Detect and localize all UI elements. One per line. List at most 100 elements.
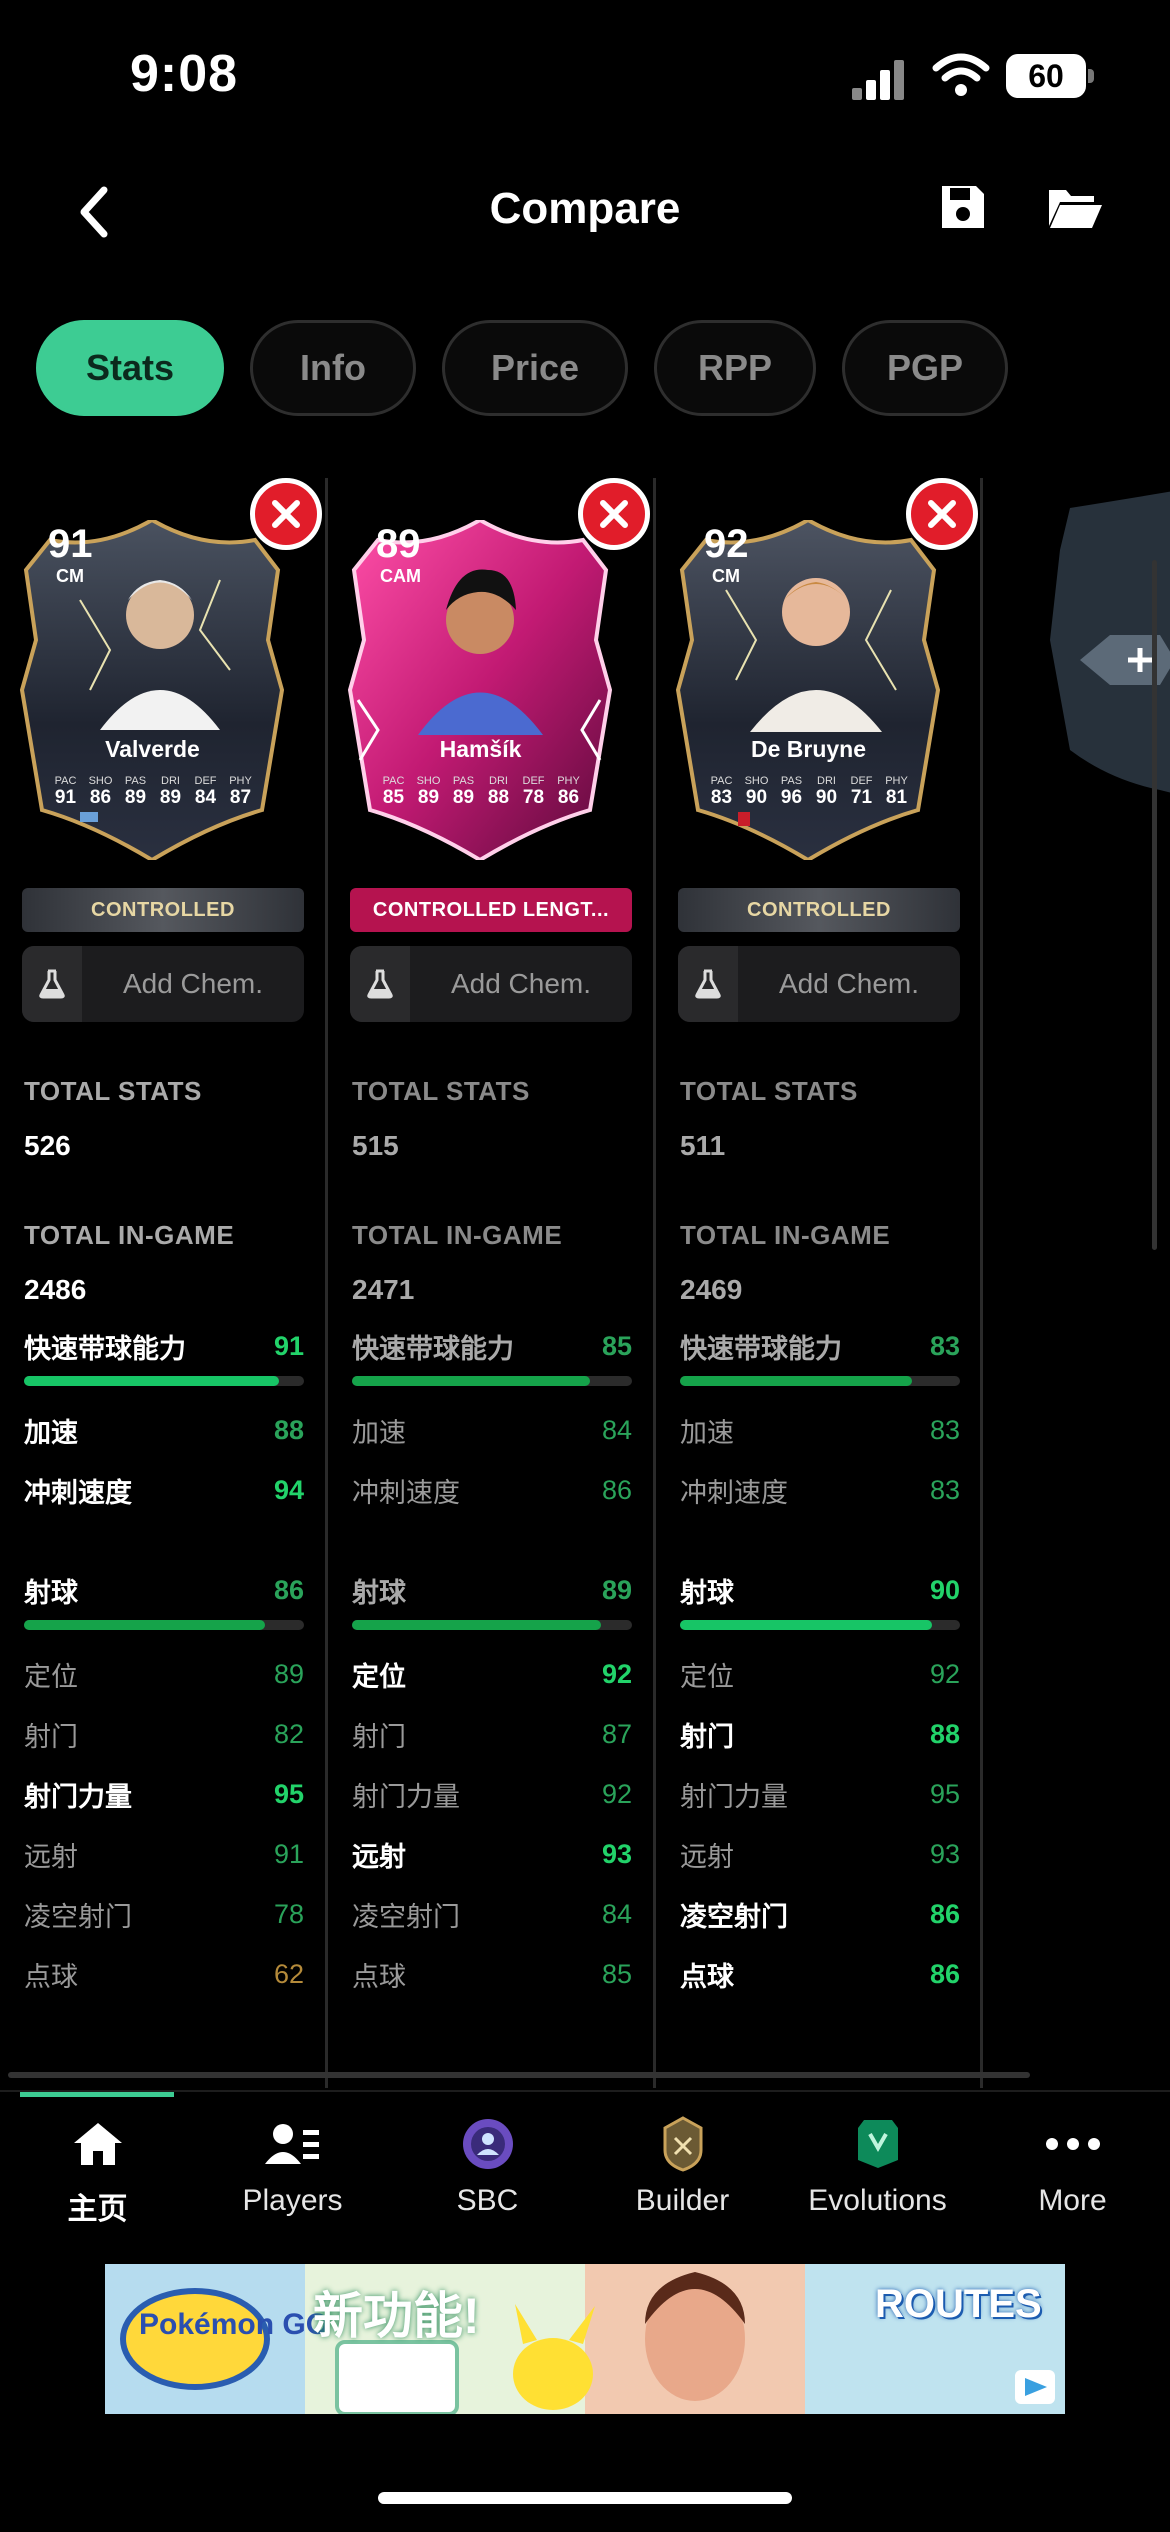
more-icon — [1045, 2138, 1100, 2150]
stat-row-pace: 快速带球能力 91 — [24, 1326, 304, 1366]
page-title: Compare — [489, 184, 681, 233]
stat-row: 冲刺速度 83 — [680, 1470, 960, 1510]
bottom-tab-bar: 主页 Players SBC Builder Evolutions More — [0, 2090, 1170, 2240]
total-stats-value: 515 — [352, 1130, 399, 1161]
card-rating: 92 — [704, 522, 749, 566]
stat-value: 95 — [273, 1778, 304, 1809]
ad-banner[interactable]: Pokémon GO 新功能! ROUTES — [105, 2264, 1065, 2414]
stat-label: 远射 — [680, 1841, 734, 1872]
tab-bar-evolutions[interactable]: Evolutions — [780, 2112, 975, 2218]
home-icon — [73, 2123, 122, 2165]
total-ingame-label: TOTAL IN-GAME — [680, 1220, 891, 1250]
remove-player-button[interactable] — [906, 478, 978, 550]
tab-info[interactable]: Info — [250, 320, 416, 416]
cellular-signal-icon — [852, 58, 908, 100]
stat-value: 83 — [929, 1474, 960, 1505]
stat-value: 86 — [929, 1898, 960, 1929]
total-stats-label: TOTAL STATS — [680, 1076, 858, 1106]
stat-value: 82 — [273, 1718, 304, 1749]
column-divider — [980, 478, 983, 2088]
tab-rpp[interactable]: RPP — [654, 320, 816, 416]
stat-label: 凌空射门 — [352, 1901, 460, 1932]
horizontal-scrollbar[interactable] — [8, 2072, 1030, 2078]
player-card[interactable] — [10, 520, 295, 860]
stat-bar — [352, 1376, 632, 1386]
stat-value: 89 — [601, 1574, 632, 1605]
stat-value: 85 — [601, 1330, 632, 1361]
evolutions-icon — [857, 2120, 898, 2168]
total-ingame-label: TOTAL IN-GAME — [352, 1220, 563, 1250]
wifi-icon — [932, 53, 990, 96]
stat-row: 射门 87 — [352, 1714, 632, 1754]
tab-bar-home[interactable]: 主页 — [0, 2112, 195, 2228]
stat-label: 射门力量 — [352, 1781, 460, 1812]
stat-row: 冲刺速度 86 — [352, 1470, 632, 1510]
stat-label: 冲刺速度 — [680, 1477, 788, 1508]
add-chem-label: Add Chem. — [778, 968, 920, 999]
stat-label: 冲刺速度 — [24, 1477, 132, 1508]
stat-row-pace: 快速带球能力 85 — [352, 1326, 632, 1366]
stat-label: 射门 — [680, 1721, 734, 1752]
vertical-scrollbar[interactable] — [1152, 560, 1157, 1250]
stat-label: 加速 — [24, 1417, 78, 1448]
close-icon — [928, 500, 956, 528]
add-player-slot[interactable] — [1040, 490, 1170, 800]
chem-style-badge: CONTROLLED — [22, 888, 304, 932]
ad-brand: Pokémon GO — [139, 2308, 330, 2341]
stat-value: 84 — [601, 1898, 632, 1929]
stat-value: 94 — [273, 1474, 304, 1505]
stat-label: 射门 — [352, 1721, 406, 1752]
flask-icon — [39, 969, 65, 999]
tab-pgp[interactable]: PGP — [842, 320, 1008, 416]
stat-value: 86 — [273, 1574, 304, 1605]
stat-bar — [352, 1620, 632, 1630]
close-icon — [272, 500, 300, 528]
add-chem-button[interactable]: Add Chem. — [22, 946, 304, 1022]
stat-label: 定位 — [352, 1661, 406, 1692]
stat-row: 射门力量 92 — [352, 1774, 632, 1814]
stat-row: 凌空射门 86 — [680, 1894, 960, 1934]
add-chem-button[interactable]: Add Chem. — [678, 946, 960, 1022]
stat-bar — [24, 1376, 304, 1386]
chem-style-badge: CONTROLLED LENGT... — [350, 888, 632, 932]
remove-player-button[interactable] — [578, 478, 650, 550]
tab-bar-more[interactable]: More — [975, 2112, 1170, 2218]
compare-screen: 9:08 60 Compare Stats Info Price RPP PGP… — [0, 0, 1170, 2532]
save-icon[interactable] — [938, 182, 988, 232]
stat-row-shooting: 射球 86 — [24, 1570, 304, 1610]
stat-bar — [680, 1620, 960, 1630]
remove-player-button[interactable] — [250, 478, 322, 550]
stat-label: 射门 — [24, 1721, 78, 1752]
stat-label: 凌空射门 — [24, 1901, 132, 1932]
flask-icon — [695, 969, 721, 999]
player-column-2: 89 CAM Hamšík PAC 85 SHO 89 PAS 89 DRI 88 DE… — [328, 478, 652, 2088]
stat-label: 射球 — [680, 1577, 734, 1608]
add-chem-button[interactable]: Add Chem. — [350, 946, 632, 1022]
tab-stats[interactable]: Stats — [36, 320, 224, 416]
open-folder-icon[interactable] — [1046, 184, 1104, 232]
tab-bar-label: More — [1038, 2184, 1107, 2217]
tab-bar-players[interactable]: Players — [195, 2112, 390, 2218]
stat-row: 定位 92 — [352, 1654, 632, 1694]
stat-value: 86 — [929, 1958, 960, 1989]
stat-value: 62 — [273, 1958, 304, 1989]
stat-bar — [24, 1620, 304, 1630]
total-ingame-value: 2471 — [352, 1274, 415, 1305]
tab-price[interactable]: Price — [442, 320, 628, 416]
stat-label: 冲刺速度 — [352, 1477, 460, 1508]
tab-bar-builder[interactable]: Builder — [585, 2112, 780, 2218]
stat-row: 射门力量 95 — [24, 1774, 304, 1814]
stat-row: 射门 82 — [24, 1714, 304, 1754]
ad-headline: 新功能! — [313, 2288, 480, 2344]
tab-bar-sbc[interactable]: SBC — [390, 2112, 585, 2218]
tab-bar-label: Builder — [635, 2184, 730, 2217]
total-ingame-value: 2469 — [680, 1274, 743, 1305]
card-position: CM — [56, 566, 84, 586]
tab-bar-label: SBC — [456, 2184, 519, 2217]
stat-label: 射球 — [352, 1577, 406, 1608]
stat-row: 加速 88 — [24, 1410, 304, 1450]
status-time: 9:08 — [130, 45, 239, 103]
stat-value: 86 — [601, 1474, 632, 1505]
player-card[interactable] — [666, 520, 951, 860]
add-chem-label: Add Chem. — [450, 968, 592, 999]
